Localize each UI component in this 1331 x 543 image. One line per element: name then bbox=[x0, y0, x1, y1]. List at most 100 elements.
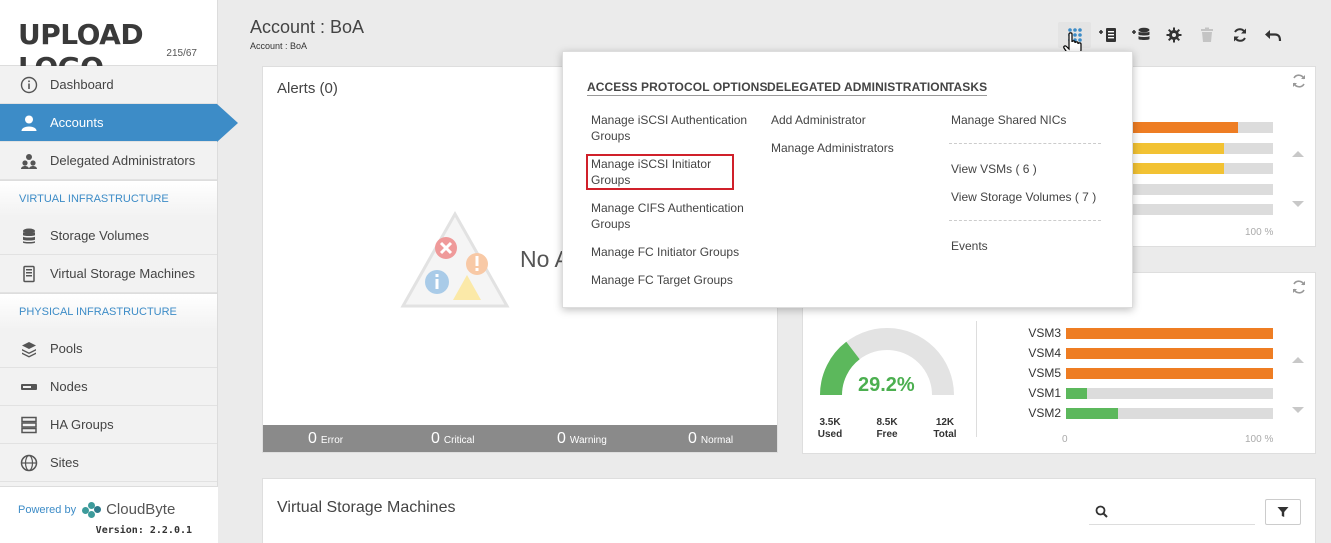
virtual-storage-machines-panel: Virtual Storage Machines bbox=[262, 478, 1316, 543]
vsm-bar-label: VSM1 bbox=[1028, 386, 1061, 400]
vsm-panel-title: Virtual Storage Machines bbox=[277, 499, 456, 516]
menu-item-events[interactable]: Events bbox=[951, 238, 988, 254]
back-button[interactable] bbox=[1256, 22, 1289, 48]
usage-bar-track bbox=[1133, 122, 1273, 133]
sidebar-item-label: Delegated Administrators bbox=[50, 153, 196, 168]
menu-item-manage-fc-initiator-groups[interactable]: Manage FC Initiator Groups bbox=[591, 244, 761, 260]
sidebar-item-storage-volumes[interactable]: Storage Volumes bbox=[0, 217, 217, 255]
refresh-button[interactable] bbox=[1223, 22, 1256, 48]
usage-bar-track bbox=[1133, 142, 1273, 154]
usage-bar-track bbox=[1133, 163, 1273, 174]
usage-bar-fill bbox=[1133, 163, 1224, 174]
scroll-down-button[interactable] bbox=[1292, 407, 1304, 413]
usage-bar-fill bbox=[1133, 142, 1224, 154]
normal-count-value: 0 bbox=[688, 430, 697, 447]
sidebar-item-label: Storage Volumes bbox=[50, 228, 150, 243]
free-stat: 8.5K Free bbox=[869, 417, 905, 441]
normal-count[interactable]: 0 Normal bbox=[688, 430, 733, 448]
settings-button[interactable] bbox=[1157, 22, 1190, 48]
vsm-bar-track bbox=[1066, 388, 1273, 399]
add-vsm-button[interactable] bbox=[1091, 22, 1124, 48]
menu-item-view-storage-volumes[interactable]: View Storage Volumes ( 7 ) bbox=[951, 189, 1096, 205]
axis-end-label: 100 % bbox=[1245, 434, 1274, 445]
user-icon bbox=[20, 114, 38, 132]
scroll-down-button[interactable] bbox=[1292, 201, 1304, 207]
section-virtual-infrastructure: VIRTUAL INFRASTRUCTURE bbox=[0, 180, 217, 217]
sidebar-item-dashboard[interactable]: Dashboard bbox=[0, 66, 217, 104]
refresh-icon[interactable] bbox=[1291, 73, 1307, 89]
alerts-title: Alerts (0) bbox=[277, 80, 338, 97]
vsm-bar-label: VSM5 bbox=[1028, 366, 1061, 380]
menu-separator bbox=[949, 143, 1101, 144]
divider bbox=[976, 321, 977, 437]
filter-button[interactable] bbox=[1265, 499, 1301, 525]
sidebar-item-nodes[interactable]: Nodes bbox=[0, 368, 217, 406]
error-count-value: 0 bbox=[308, 430, 317, 447]
globe-icon bbox=[20, 454, 38, 472]
vsm-bar-track bbox=[1066, 348, 1273, 359]
usage-bar-track bbox=[1133, 204, 1273, 215]
vsm-bar-label: VSM2 bbox=[1028, 406, 1061, 420]
filter-icon bbox=[1277, 507, 1289, 517]
sidebar-item-label: Sites bbox=[50, 455, 79, 470]
free-value: 8.5K bbox=[876, 417, 898, 428]
sidebar: UPLOAD LOGO 215/67 Dashboard Accounts De… bbox=[0, 0, 238, 543]
breadcrumb[interactable]: Account : BoA bbox=[250, 41, 307, 51]
menu-item-manage-shared-nics[interactable]: Manage Shared NICs bbox=[951, 112, 1066, 128]
critical-count-value: 0 bbox=[431, 430, 440, 447]
cloudbyte-logo[interactable]: CloudByte bbox=[82, 501, 175, 518]
error-count[interactable]: 0 Error bbox=[308, 430, 343, 448]
layers-icon bbox=[20, 340, 38, 358]
sidebar-item-delegated-administrators[interactable]: Delegated Administrators bbox=[0, 142, 217, 180]
search-input[interactable] bbox=[1089, 499, 1255, 525]
sidebar-item-accounts[interactable]: Accounts bbox=[0, 104, 238, 142]
add-volume-button[interactable] bbox=[1124, 22, 1157, 48]
sidebar-item-virtual-storage-machines[interactable]: Virtual Storage Machines bbox=[0, 255, 217, 293]
usage-gauge-fill bbox=[820, 341, 861, 396]
sidebar-item-ha-groups[interactable]: HA Groups bbox=[0, 406, 217, 444]
sidebar-item-pools[interactable]: Pools bbox=[0, 330, 217, 368]
usage-bar-fill bbox=[1133, 122, 1238, 133]
logo-size: 215/67 bbox=[166, 48, 197, 59]
info-icon bbox=[20, 76, 38, 94]
error-count-label: Error bbox=[320, 435, 344, 446]
refresh-icon[interactable] bbox=[1291, 279, 1307, 295]
actions-dropdown-menu: ACCESS PROTOCOL OPTIONS DELEGATED ADMINI… bbox=[562, 51, 1133, 308]
powered-by-label: Powered by bbox=[18, 503, 77, 516]
sidebar-item-label: Virtual Storage Machines bbox=[50, 266, 196, 281]
vsm-bar-fill bbox=[1066, 368, 1273, 379]
logo[interactable]: UPLOAD LOGO 215/67 bbox=[0, 0, 217, 84]
total-label: Total bbox=[933, 429, 957, 440]
delete-button[interactable] bbox=[1190, 22, 1223, 48]
critical-count[interactable]: 0 Critical bbox=[431, 430, 474, 448]
menu-item-add-administrator[interactable]: Add Administrator bbox=[771, 112, 866, 128]
warning-count-label: Warning bbox=[569, 435, 607, 446]
trash-icon bbox=[1200, 27, 1213, 42]
usage-bar-track bbox=[1133, 183, 1273, 195]
access-protocol-options-heading: ACCESS PROTOCOL OPTIONS bbox=[587, 80, 768, 96]
ha-group-icon bbox=[20, 416, 38, 434]
menu-item-manage-iscsi-authentication-groups[interactable]: Manage iSCSI Authentication Groups bbox=[591, 112, 761, 144]
critical-count-label: Critical bbox=[443, 435, 475, 446]
toolbar bbox=[1058, 22, 1289, 48]
scroll-up-button[interactable] bbox=[1292, 357, 1304, 363]
sidebar-item-label: Dashboard bbox=[50, 77, 114, 92]
sidebar-item-label: Pools bbox=[50, 341, 83, 356]
total-value: 12K bbox=[935, 417, 955, 428]
menu-item-manage-administrators[interactable]: Manage Administrators bbox=[771, 140, 894, 156]
server-icon bbox=[20, 265, 38, 283]
vsm-bar-track bbox=[1066, 408, 1273, 419]
sidebar-item-sites[interactable]: Sites bbox=[0, 444, 217, 482]
warning-count-value: 0 bbox=[557, 430, 566, 447]
warning-count[interactable]: 0 Warning bbox=[557, 430, 607, 448]
scroll-up-button[interactable] bbox=[1292, 151, 1304, 157]
cloudbyte-logo-icon bbox=[82, 501, 104, 518]
section-physical-infrastructure: PHYSICAL INFRASTRUCTURE bbox=[0, 293, 217, 330]
highlight-box bbox=[586, 154, 734, 190]
menu-item-view-vsms[interactable]: View VSMs ( 6 ) bbox=[951, 161, 1037, 177]
undo-icon bbox=[1264, 30, 1281, 42]
total-stat: 12K Total bbox=[927, 417, 963, 441]
menu-item-manage-cifs-authentication-groups[interactable]: Manage CIFS Authentication Groups bbox=[591, 200, 761, 232]
menu-item-manage-fc-target-groups[interactable]: Manage FC Target Groups bbox=[591, 272, 761, 288]
powered-by: Powered by CloudByte bbox=[18, 501, 175, 518]
